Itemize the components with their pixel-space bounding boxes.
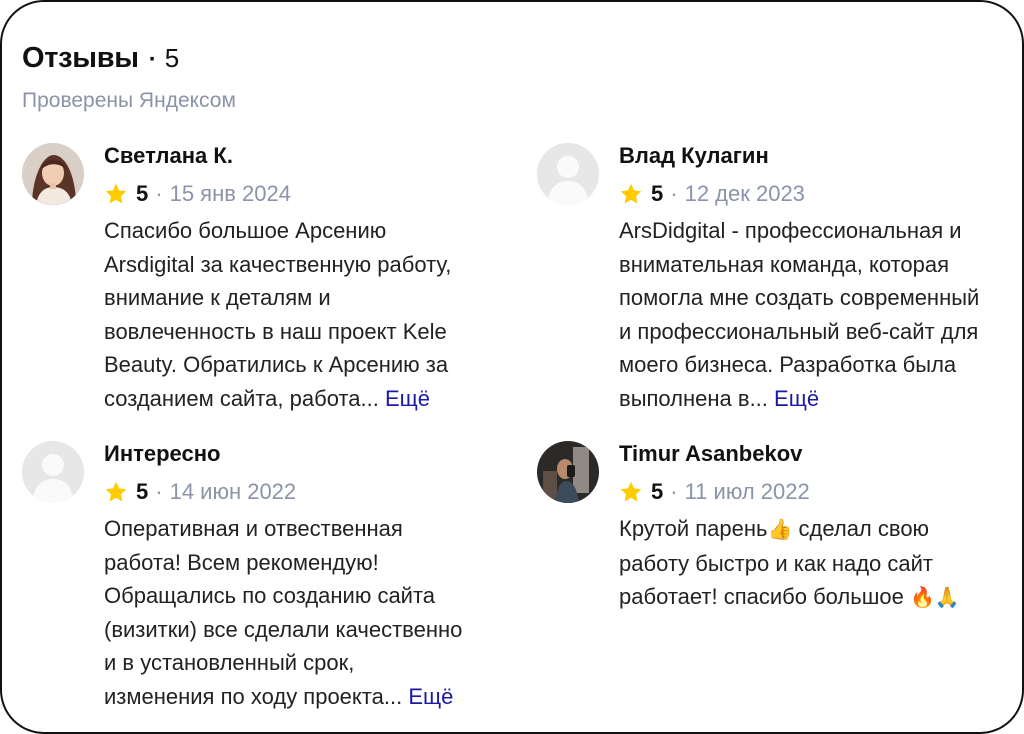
placeholder-avatar-icon [22, 441, 84, 503]
review-text-line: вовлеченность в наш проект Kele [104, 318, 447, 344]
rating-value: 5 [136, 181, 149, 206]
review-text: ArsDidgital - профессиональная и внимате… [619, 214, 979, 416]
reviewer-name[interactable]: Светлана К. [104, 140, 451, 172]
star-icon [105, 481, 127, 502]
avatar[interactable] [22, 143, 84, 205]
review-text-line: Arsdigital за качественную работу, [104, 251, 452, 277]
review-text-line: и в установленный срок, [104, 650, 355, 676]
avatar[interactable] [537, 143, 599, 205]
star-icon [620, 481, 642, 502]
review-meta: 5 · 12 дек 2023 [619, 178, 979, 210]
review-text-line: и профессиональный веб-сайт для [619, 318, 979, 344]
review-text-line: созданием сайта, работа... [104, 385, 379, 411]
review-date: 15 янв 2024 [169, 181, 291, 206]
more-link[interactable]: Ещё [774, 386, 819, 411]
review-text-line-last: изменения по ходу проекта... Ещё [104, 680, 462, 714]
meta-separator: · [670, 181, 678, 206]
meta-separator: · [155, 479, 163, 504]
review-text-fragment: сделал свою [792, 516, 930, 541]
rating-value: 5 [651, 479, 664, 504]
review-text-line: выполнена в... [619, 385, 768, 411]
review-text-line: Оперативная и отвественная [104, 516, 403, 541]
meta-separator: · [670, 479, 678, 504]
star-icon [620, 183, 642, 204]
review-body: Светлана К. 5 · 15 янв 2024 Спасибо боль… [104, 140, 451, 416]
review-text-line: работает! спасибо большое 🔥🙏 [619, 580, 960, 615]
title-separator: · [148, 46, 157, 73]
review-text: Спасибо большое Арсению Arsdigital за ка… [104, 214, 451, 416]
user-photo-icon [22, 143, 84, 205]
review-text-line: ArsDidgital - профессиональная и [619, 218, 962, 243]
review-meta: 5 · 15 янв 2024 [104, 178, 451, 210]
star-icon [105, 183, 127, 204]
review-text-line: (визитки) все сделали качественно [104, 616, 463, 642]
user-photo-icon [537, 441, 599, 503]
review-date: 11 июл 2022 [684, 479, 810, 504]
review-text-line: работа! Всем рекомендую! [104, 549, 379, 575]
review-body: Интересно 5 · 14 июн 2022 Оперативная и … [104, 438, 462, 714]
review-body: Влад Кулагин 5 · 12 дек 2023 ArsDidgital… [619, 140, 979, 416]
review-text: Крутой парень👍 сделал свою работу быстро… [619, 512, 960, 615]
reviews-card: Отзывы · 5 Проверены Яндексом Светлана К… [0, 0, 1024, 734]
more-link[interactable]: Ещё [408, 684, 453, 709]
reviews-header: Отзывы · 5 Проверены Яндексом [22, 42, 236, 113]
review-text: Оперативная и отвественная работа! Всем … [104, 512, 462, 714]
review-body: Timur Asanbekov 5 · 11 июл 2022 Крутой п… [619, 438, 960, 615]
verified-by-yandex-label: Проверены Яндексом [22, 89, 236, 112]
review-text-line: работу быстро и как надо сайт [619, 550, 933, 576]
review-text-line: внимание к деталям и [104, 285, 331, 311]
review-text-line-last: выполнена в... Ещё [619, 382, 979, 416]
fire-pray-icon: 🔥🙏 [909, 585, 960, 610]
review-text-line: Крутой парень👍 сделал свою [619, 512, 960, 547]
reviewer-name[interactable]: Интересно [104, 438, 462, 470]
reviews-count: 5 [164, 43, 180, 73]
review-text-line: внимательная команда, которая [619, 251, 950, 277]
review-meta: 5 · 11 июл 2022 [619, 476, 960, 508]
reviews-title-row: Отзывы · 5 [22, 42, 236, 75]
review-meta: 5 · 14 июн 2022 [104, 476, 462, 508]
avatar[interactable] [22, 441, 84, 503]
review-text-fragment: работает! спасибо большое [619, 584, 910, 610]
reviews-title[interactable]: Отзывы [22, 42, 139, 75]
review-text-line-last: созданием сайта, работа... Ещё [104, 382, 451, 416]
meta-separator: · [155, 181, 163, 206]
review-text-fragment: Крутой парень [619, 516, 768, 541]
review-date: 12 дек 2023 [684, 181, 805, 206]
review-text-line: моего бизнеса. Разработка была [619, 352, 957, 378]
review-text-line: Обращались по созданию сайта [104, 583, 436, 609]
thumbs-up-icon: 👍 [767, 517, 793, 541]
avatar[interactable] [537, 441, 599, 503]
placeholder-avatar-icon [537, 143, 599, 205]
review-text-line: Beauty. Обратились к Арсению за [104, 352, 449, 378]
reviewer-name[interactable]: Timur Asanbekov [619, 438, 960, 470]
review-text-line: изменения по ходу проекта... [104, 683, 403, 709]
rating-value: 5 [136, 479, 149, 504]
review-date: 14 июн 2022 [169, 479, 297, 504]
reviewer-name[interactable]: Влад Кулагин [619, 140, 979, 172]
more-link[interactable]: Ещё [385, 386, 430, 411]
review-text-line: Спасибо большое Арсению [104, 218, 387, 243]
review-text-line: помогла мне создать современный [619, 285, 980, 311]
rating-value: 5 [651, 181, 664, 206]
